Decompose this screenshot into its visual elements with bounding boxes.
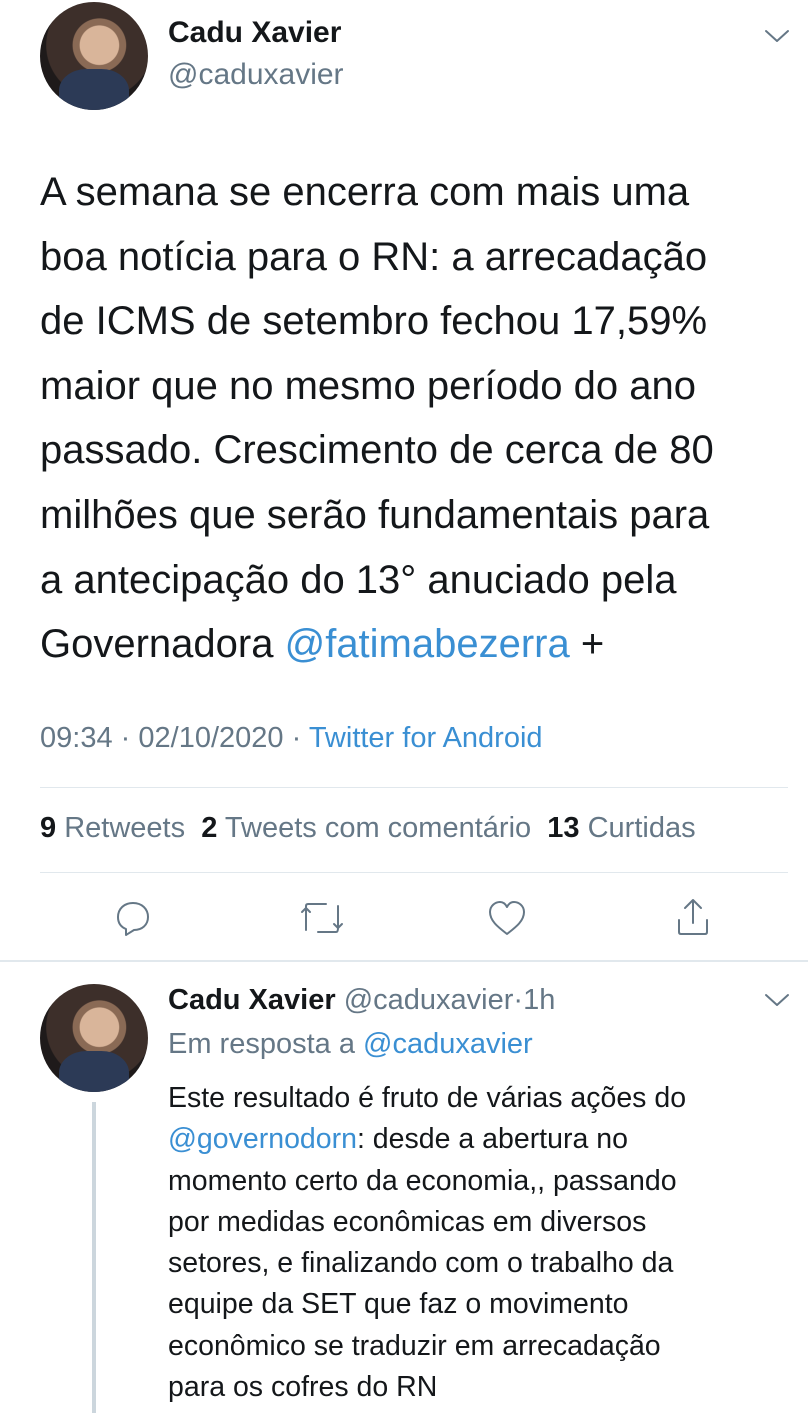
heart-icon[interactable] (486, 898, 528, 943)
meta-separator: · (513, 984, 524, 1016)
reply-text: Este resultado é fruto de várias ações d… (168, 1078, 788, 1408)
reply-text-line: por medidas econômicas em diversos (168, 1205, 647, 1238)
thread-line (92, 1102, 96, 1413)
mention-link[interactable]: @governodorn (168, 1123, 357, 1155)
reply-text-line: Este resultado é fruto de várias ações d… (168, 1082, 687, 1114)
reply-text-line: setores, e finalizando com o trabalho da (168, 1247, 674, 1280)
reply-text-line: @governodorn: desde a abertura no (168, 1119, 788, 1160)
reply-text-line: momento certo da economia,, passando (168, 1164, 677, 1197)
retweets-label: Retweets (64, 812, 186, 844)
reply-text-line: econômico se traduzir em arrecadação (168, 1329, 661, 1362)
quotes-stat[interactable]: 2 Tweets com comentário (201, 812, 531, 844)
tweet-text-line: A semana se encerra com mais uma (40, 170, 690, 214)
reply-author-handle[interactable]: @caduxavier (344, 984, 514, 1016)
retweets-count: 9 (40, 812, 57, 844)
text-fragment: Governadora (40, 622, 285, 667)
meta-separator: · (291, 722, 302, 754)
quotes-label: Tweets com comentário (224, 812, 532, 844)
meta-separator: · (120, 722, 131, 754)
author-name[interactable]: Cadu Xavier (168, 16, 341, 50)
chevron-down-icon[interactable] (764, 28, 790, 49)
avatar[interactable] (40, 2, 148, 110)
in-reply-prefix: Em resposta a (168, 1028, 364, 1060)
retweet-icon[interactable] (298, 898, 346, 943)
tweet-text-line: de ICMS de setembro fechou 17,59% (40, 299, 708, 344)
in-reply-handle[interactable]: @caduxavier (363, 1028, 533, 1060)
in-reply-to: Em resposta a @caduxavier (168, 1028, 533, 1061)
author-handle[interactable]: @caduxavier (168, 58, 344, 92)
retweets-stat[interactable]: 9 Retweets (40, 812, 185, 844)
text-fragment: : desde a abertura no (356, 1123, 628, 1156)
reply-author-name[interactable]: Cadu Xavier (168, 984, 336, 1016)
likes-stat[interactable]: 13 Curtidas (547, 812, 695, 844)
tweet-stats: 9 Retweets 2 Tweets com comentário 13 Cu… (40, 812, 696, 845)
tweet-text: A semana se encerra com mais uma boa not… (40, 160, 790, 677)
tweet-text-line: a antecipação do 13° anuciado pela (40, 557, 677, 602)
reply-header: Cadu Xavier @caduxavier·1h (168, 984, 555, 1017)
tweet-text-line: Governadora @fatimabezerra + (40, 612, 790, 677)
divider (40, 872, 788, 873)
tweet-source[interactable]: Twitter for Android (309, 722, 543, 754)
chevron-down-icon[interactable] (764, 992, 790, 1013)
likes-label: Curtidas (587, 812, 696, 844)
tweet-date[interactable]: 02/10/2020 (138, 722, 283, 754)
section-separator (0, 960, 808, 962)
tweet-text-line: boa notícia para o RN: a arrecadação (40, 234, 708, 279)
reply-text-line: equipe da SET que faz o movimento (168, 1288, 629, 1321)
tweet-text-line: maior que no mesmo período do ano (40, 363, 696, 408)
reply-text-line: para os cofres do RN (168, 1371, 438, 1404)
reply-age[interactable]: 1h (523, 984, 555, 1016)
quotes-count: 2 (201, 812, 218, 844)
reply-icon[interactable] (113, 898, 153, 943)
tweet-text-line: milhões que serão fundamentais para (40, 492, 710, 537)
share-icon[interactable] (673, 896, 713, 943)
likes-count: 13 (547, 812, 580, 844)
divider (40, 787, 788, 788)
tweet-meta: 09:34 · 02/10/2020 · Twitter for Android (40, 722, 543, 755)
text-fragment: + (569, 622, 605, 667)
tweet-text-line: passado. Crescimento de cerca de 80 (40, 428, 714, 473)
mention-link[interactable]: @fatimabezerra (285, 622, 570, 666)
tweet-time[interactable]: 09:34 (40, 722, 113, 754)
avatar[interactable] (40, 984, 148, 1092)
